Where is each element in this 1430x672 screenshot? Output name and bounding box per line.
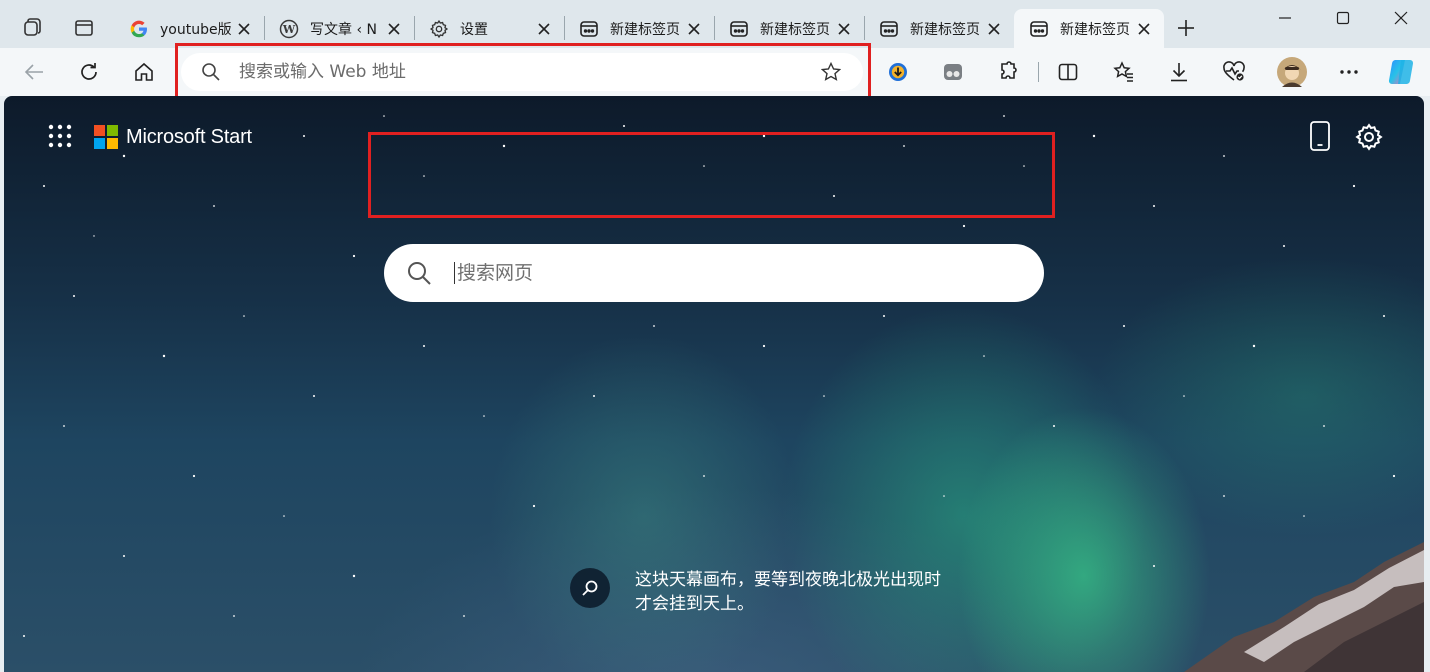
- profile-button[interactable]: [1276, 56, 1308, 88]
- game-extension-button[interactable]: [937, 56, 969, 88]
- tab-newtab[interactable]: 新建标签页: [864, 9, 1014, 48]
- home-icon: [135, 62, 153, 81]
- brand-logo[interactable]: Microsoft Start: [94, 125, 252, 149]
- toolbar-divider: [1038, 62, 1039, 82]
- web-search-input[interactable]: [454, 262, 1014, 284]
- maximize-icon: [1336, 11, 1350, 25]
- arrow-left-icon: [24, 64, 43, 80]
- tab-wordpress[interactable]: W 写文章 ‹ N: [264, 9, 414, 48]
- refresh-icon: [81, 63, 97, 80]
- web-search-box[interactable]: [384, 244, 1044, 302]
- tab-settings[interactable]: 设置: [414, 9, 564, 48]
- tab-title: 新建标签页: [1060, 21, 1130, 38]
- browser-essentials-button[interactable]: [1218, 56, 1250, 88]
- gear-icon: [428, 18, 450, 40]
- image-caption: 这块天幕画布，要等到夜晚北极光出现时 才会挂到天上。: [570, 568, 965, 616]
- app-launcher-button[interactable]: [46, 122, 74, 150]
- google-icon: [128, 18, 150, 40]
- split-screen-button[interactable]: [1052, 56, 1084, 88]
- svg-text:W: W: [282, 23, 296, 36]
- download-extension-icon: [889, 63, 907, 81]
- toolbar: [0, 48, 1430, 96]
- heart-pulse-icon: [1223, 61, 1245, 81]
- tab-title: 写文章 ‹ N: [310, 21, 377, 38]
- favorites-icon: [1113, 61, 1133, 82]
- mobile-app-button[interactable]: [1308, 120, 1332, 152]
- caption-text[interactable]: 这块天幕画布，要等到夜晚北极光出现时 才会挂到天上。: [635, 568, 965, 616]
- phone-icon: [1310, 121, 1330, 151]
- tab-newtab-active[interactable]: 新建标签页: [1014, 9, 1164, 48]
- extensions-button[interactable]: [992, 56, 1024, 88]
- newtab-icon: [728, 18, 750, 40]
- maximize-button[interactable]: [1314, 0, 1372, 36]
- brand-name: Microsoft Start: [126, 125, 252, 148]
- tab-title: 新建标签页: [760, 21, 830, 38]
- copilot-icon: [1388, 59, 1414, 85]
- wordpress-icon: W: [278, 18, 300, 40]
- newtab-icon: [578, 18, 600, 40]
- tab-title: 设置: [460, 21, 488, 38]
- close-icon[interactable]: [834, 19, 854, 39]
- avatar: [1277, 57, 1307, 87]
- workspaces-button[interactable]: [14, 10, 50, 46]
- close-icon[interactable]: [684, 19, 704, 39]
- favorite-star-icon[interactable]: [821, 62, 841, 82]
- puzzle-icon: [1001, 61, 1017, 79]
- download-extension-button[interactable]: [882, 56, 914, 88]
- caption-line: 这块天幕画布，要等到夜晚北极光出现时: [635, 570, 941, 590]
- download-icon: [1171, 63, 1187, 82]
- search-icon: [582, 580, 598, 596]
- back-button[interactable]: [18, 56, 50, 88]
- extension-mask-icon: [944, 64, 962, 80]
- home-button[interactable]: [128, 56, 160, 88]
- tab-strip: youtube版 W 写文章 ‹ N 设置 新建标签页 新建标签页 新建标签页 …: [0, 0, 1430, 48]
- more-menu-button[interactable]: [1333, 56, 1365, 88]
- address-bar[interactable]: [181, 53, 863, 91]
- new-tab-button[interactable]: [1168, 10, 1204, 46]
- tab-newtab[interactable]: 新建标签页: [564, 9, 714, 48]
- microsoft-logo-icon: [94, 125, 118, 149]
- close-window-button[interactable]: [1372, 0, 1430, 36]
- copilot-button[interactable]: [1385, 55, 1419, 89]
- close-icon[interactable]: [534, 19, 554, 39]
- vertical-tabs-button[interactable]: [66, 10, 102, 46]
- plus-icon: [1178, 20, 1194, 36]
- tab-title: 新建标签页: [610, 21, 680, 38]
- close-icon[interactable]: [234, 19, 254, 39]
- gear-icon: [1355, 123, 1383, 151]
- tab-title: youtube版: [160, 21, 232, 38]
- workspaces-icon: [24, 18, 41, 36]
- new-tab-page: Microsoft Start 这块天幕画布，要等到夜晚北极光出现时 才会挂到天…: [4, 96, 1424, 672]
- refresh-button[interactable]: [73, 56, 105, 88]
- split-screen-icon: [1058, 63, 1078, 81]
- newtab-icon: [878, 18, 900, 40]
- search-icon: [408, 262, 431, 285]
- minimize-button[interactable]: [1256, 0, 1314, 36]
- grid-icon: [48, 124, 72, 148]
- tab-actions-icon: [75, 20, 93, 36]
- snowy-mountain-image: [1184, 542, 1424, 672]
- tab-newtab[interactable]: 新建标签页: [714, 9, 864, 48]
- search-icon: [202, 63, 220, 81]
- favorites-button[interactable]: [1108, 56, 1140, 88]
- more-icon: [1340, 70, 1358, 74]
- image-info-button[interactable]: [570, 568, 610, 608]
- page-settings-button[interactable]: [1354, 122, 1384, 152]
- close-icon[interactable]: [1134, 19, 1154, 39]
- caption-line: 才会挂到天上。: [635, 594, 754, 614]
- downloads-button[interactable]: [1163, 56, 1195, 88]
- tab-title: 新建标签页: [910, 21, 980, 38]
- minimize-icon: [1279, 17, 1291, 19]
- close-icon: [1394, 11, 1408, 25]
- close-icon[interactable]: [384, 19, 404, 39]
- tab-youtube[interactable]: youtube版: [114, 9, 264, 48]
- newtab-icon: [1028, 18, 1050, 40]
- address-input[interactable]: [239, 62, 799, 82]
- close-icon[interactable]: [984, 19, 1004, 39]
